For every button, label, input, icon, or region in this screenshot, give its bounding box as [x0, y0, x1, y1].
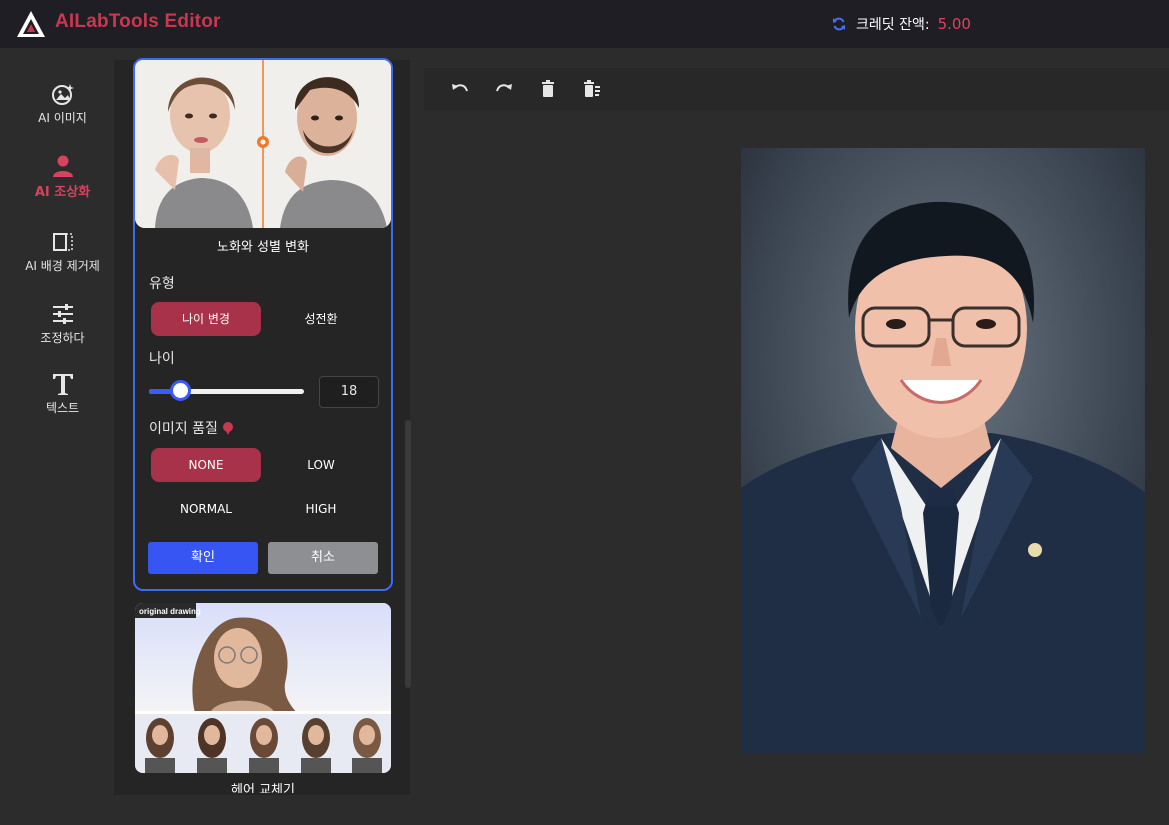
- app-logo-icon: [17, 11, 45, 37]
- card-title: 노화와 성별 변화: [217, 240, 309, 255]
- canvas-portrait-image[interactable]: [741, 148, 1145, 753]
- nav-label-ai-image: AI 이미지: [38, 111, 87, 125]
- hair-changer-preview-image: original drawing: [135, 603, 391, 773]
- gem-icon: [222, 422, 233, 435]
- nav-item-ai-image[interactable]: AI 이미지: [0, 82, 125, 126]
- left-nav: AI 이미지 AI 조상화 AI 배경 제거제 조정하다 텍스트: [0, 48, 125, 825]
- undo-icon[interactable]: [450, 79, 470, 99]
- age-label: 나이: [149, 351, 175, 367]
- nav-label-ai-portrait: AI 조상화: [34, 185, 91, 200]
- nav-item-adjust[interactable]: 조정하다: [0, 302, 125, 346]
- background-remove-icon: [52, 233, 73, 251]
- nav-item-bg-remove[interactable]: AI 배경 제거제: [0, 230, 125, 274]
- age-slider-handle[interactable]: [169, 380, 191, 401]
- canvas-toolbar: [424, 68, 1169, 110]
- nav-item-ai-portrait[interactable]: AI 조상화: [0, 154, 125, 200]
- clear-all-icon[interactable]: [582, 79, 602, 99]
- hair-changer-card[interactable]: original drawing: [135, 603, 391, 773]
- redo-icon[interactable]: [494, 79, 514, 99]
- quality-label: 이미지 품질: [149, 421, 218, 437]
- nav-label-text: 텍스트: [45, 401, 80, 415]
- quality-option-none[interactable]: NONE: [151, 448, 261, 482]
- age-gender-card: 노화와 성별 변화 유형 나이 변경 성전환 나이 18 이미지 품질 NONE…: [133, 58, 393, 591]
- credit-label: 크레딧 잔액:: [856, 17, 930, 33]
- delete-icon[interactable]: [538, 79, 558, 99]
- nav-label-adjust: 조정하다: [40, 331, 85, 345]
- nav-item-text[interactable]: 텍스트: [0, 372, 125, 416]
- top-bar: AILabTools Editor 크레딧 잔액: 5.00: [0, 0, 1169, 48]
- credit-balance: 크레딧 잔액: 5.00: [832, 14, 971, 34]
- quality-option-low[interactable]: LOW: [266, 448, 376, 482]
- quality-option-high[interactable]: HIGH: [266, 492, 376, 526]
- portrait-user-icon: [52, 155, 73, 177]
- nav-label-bg-remove: AI 배경 제거제: [25, 259, 100, 273]
- ai-image-icon: [51, 84, 74, 105]
- confirm-button[interactable]: 확인: [148, 542, 258, 574]
- cancel-button[interactable]: 취소: [268, 542, 378, 574]
- age-number-input[interactable]: 18: [319, 376, 379, 408]
- type-option-age[interactable]: 나이 변경: [151, 302, 261, 336]
- credit-value: 5.00: [937, 15, 971, 33]
- hair-changer-title: 헤어 교체기: [231, 783, 295, 793]
- refresh-icon[interactable]: [832, 17, 846, 31]
- type-label: 유형: [149, 276, 175, 292]
- text-T-icon: [52, 374, 73, 395]
- type-option-gender[interactable]: 성전환: [266, 302, 376, 336]
- app-title: AILabTools Editor: [55, 11, 221, 32]
- panel-scrollbar[interactable]: [405, 420, 411, 688]
- quality-label-row: 이미지 품질: [149, 418, 234, 438]
- original-drawing-badge: original drawing: [139, 607, 201, 616]
- quality-option-normal[interactable]: NORMAL: [151, 492, 261, 526]
- age-gender-preview-image: [135, 60, 391, 228]
- sliders-icon: [52, 304, 73, 324]
